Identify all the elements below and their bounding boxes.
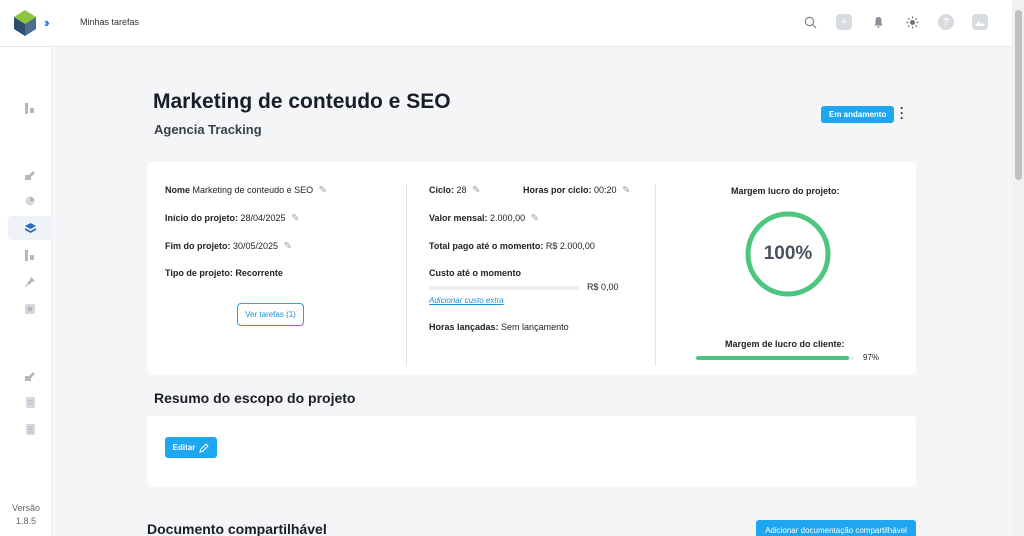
pin-icon[interactable] [8,270,52,294]
cost-label: Custo até o momento [429,268,522,278]
hours-per-cycle-label: Horas por ciclo: [523,185,592,195]
monthly-value: 2.000,00 [490,213,526,223]
project-info-card: Nome Marketing de conteudo e SEO ✎ Iníci… [147,162,916,375]
logo-icon[interactable] [12,8,38,38]
project-name-value: Marketing de conteudo e SEO [192,185,314,195]
cycle-field: Ciclo: 28 ✎ [429,185,480,196]
bell-icon[interactable] [870,14,886,30]
cycle-value: 28 [456,185,467,195]
total-paid-value: R$ 2.000,00 [545,241,595,251]
version-number: 1.8.5 [15,516,37,526]
pencil-icon[interactable]: ✎ [319,185,327,196]
project-margin-title: Margem lucro do projeto: [731,186,840,196]
help-icon[interactable]: ? [938,14,954,30]
edit-icon[interactable] [8,163,52,187]
client-margin-title: Margem de lucro do cliente: [725,339,845,349]
scope-section-title: Resumo do escopo do projeto [154,390,356,406]
hours-logged-value: Sem lançamento [501,322,569,332]
project-name-field: Nome Marketing de conteudo e SEO ✎ [165,185,327,196]
client-name: Agencia Tracking [154,122,262,137]
monthly-value-label: Valor mensal: [429,213,488,223]
plus-box-icon[interactable]: + [836,14,852,30]
end-date-field: Fim do projeto: 30/05/2025 ✎ [165,241,292,252]
version-info: Versão 1.8.5 [0,502,52,528]
breadcrumb[interactable]: Minhas tarefas [80,17,139,27]
start-date-field: Início do projeto: 28/04/2025 ✎ [165,213,299,224]
chart-icon[interactable] [8,243,52,267]
top-bar: ›› Minhas tarefas + ? [0,0,1012,47]
cost-progress-bar [429,286,579,290]
dashboard-icon[interactable] [8,96,52,120]
cost-field: Custo até o momento [429,268,521,278]
document-icon[interactable] [8,390,52,414]
pencil-icon [199,442,210,453]
layers-icon[interactable] [8,216,52,240]
column-divider [655,184,656,366]
add-documentation-button[interactable]: Adicionar documentação compartilhável [756,520,916,536]
project-type-field: Tipo de projeto: Recorrente [165,268,283,278]
page-title: Marketing de conteudo e SEO [153,90,451,113]
search-icon[interactable] [802,14,818,30]
version-label: Versão [11,503,41,513]
client-margin-value: 97% [863,353,880,362]
total-paid-label: Total pago até o momento: [429,241,544,251]
status-badge[interactable]: Em andamento [821,106,895,123]
add-extra-cost-link[interactable]: Adicionar custo extra [429,296,504,305]
total-paid-field: Total pago até o momento: R$ 2.000,00 [429,241,595,251]
pencil-icon[interactable]: ✎ [291,213,299,224]
pencil-icon[interactable]: ✎ [284,241,292,252]
client-margin-bar [696,356,854,360]
image-icon[interactable] [972,14,988,30]
hours-logged-field: Horas lançadas: Sem lançamento [429,322,569,332]
pencil-icon[interactable]: ✎ [531,213,539,224]
monthly-value-field: Valor mensal: 2.000,00 ✎ [429,213,539,224]
list-icon[interactable] [8,417,52,441]
view-tasks-button[interactable]: Ver tarefas (1) [237,303,304,326]
project-type-label: Tipo de projeto: [165,268,233,278]
client-margin-fill [696,356,850,360]
start-date-value: 28/04/2025 [240,213,286,223]
end-date-value: 30/05/2025 [233,241,279,251]
project-type-value: Recorrente [235,268,283,278]
clock-icon[interactable] [8,297,52,321]
column-divider [406,184,407,366]
hours-per-cycle-value: 00:20 [594,185,617,195]
start-date-label: Início do projeto: [165,213,238,223]
pencil-icon[interactable]: ✎ [622,185,630,196]
hours-per-cycle-field: Horas por ciclo: 00:20 ✎ [523,185,630,196]
cost-value: R$ 0,00 [587,282,619,292]
scrollbar[interactable] [1012,0,1024,536]
edit-scope-button[interactable]: Editar [165,437,217,458]
scope-card: Editar [147,416,916,487]
cycle-label: Ciclo: [429,185,455,195]
top-icons: + ? [802,14,988,30]
hours-logged-label: Horas lançadas: [429,322,499,332]
expand-sidebar-icon[interactable]: ›› [44,15,49,30]
project-margin-value: 100% [763,243,813,264]
edit-scope-label: Editar [172,443,196,452]
documents-section-title: Documento compartilhável [147,521,327,536]
end-date-label: Fim do projeto: [165,241,231,251]
more-options-icon[interactable]: · · · [898,102,906,124]
scrollbar-thumb[interactable] [1015,10,1022,180]
pie-chart-icon[interactable] [8,189,52,213]
edit-alt-icon[interactable] [8,364,52,388]
sun-icon[interactable] [904,14,920,30]
project-name-label: Nome [165,185,191,195]
pencil-icon[interactable]: ✎ [472,185,480,196]
sidebar: Versão 1.8.5 [0,47,52,536]
